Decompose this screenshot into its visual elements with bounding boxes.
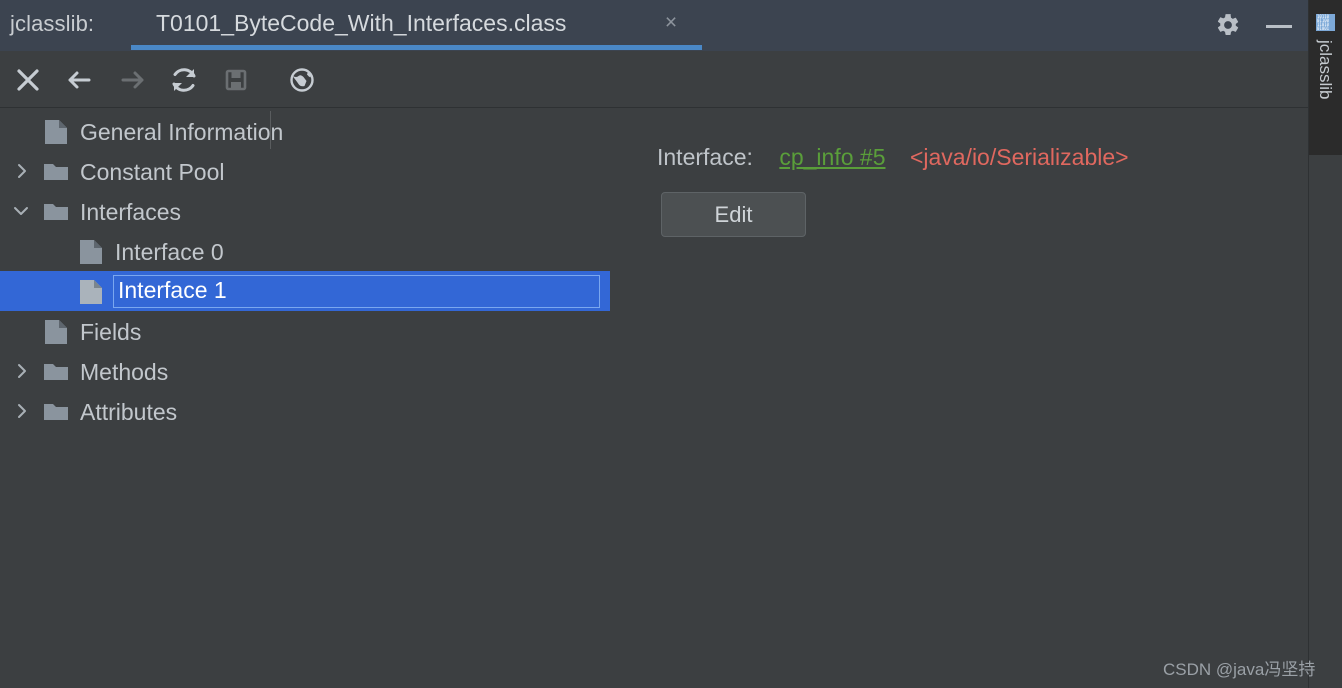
- class-file-tab[interactable]: T0101_ByteCode_With_Interfaces.class ×: [131, 0, 702, 51]
- file-icon: [45, 120, 67, 144]
- chevron-right-icon[interactable]: [12, 361, 32, 381]
- interface-class-name: <java/io/Serializable>: [909, 144, 1129, 170]
- detail-pane: Interface: cp_info #5 <java/io/Serializa…: [640, 109, 1308, 688]
- forward-icon: [112, 59, 154, 101]
- tree-node-interface-1[interactable]: Interface 1: [0, 271, 640, 311]
- file-icon: [45, 320, 67, 344]
- bytecode-icon: 10110 01100 11010 01001: [1315, 12, 1336, 33]
- right-tool-window-bar: 10110 01100 11010 01001 jclasslib: [1308, 0, 1342, 688]
- edit-button[interactable]: Edit: [661, 192, 806, 237]
- folder-icon: [44, 162, 68, 186]
- folder-icon: [44, 402, 68, 426]
- tree-node-interfaces[interactable]: Interfaces: [0, 191, 640, 231]
- tool-window-label: jclasslib: [1316, 40, 1335, 100]
- tree-node-methods[interactable]: Methods: [0, 351, 640, 391]
- watermark-text: CSDN @java冯坚持: [1163, 660, 1316, 679]
- svg-text:01001: 01001: [1317, 26, 1330, 31]
- tree-node-fields[interactable]: Fields: [0, 311, 640, 351]
- reload-icon[interactable]: [163, 59, 205, 101]
- title-bar: jclasslib: T0101_ByteCode_With_Interface…: [0, 0, 1308, 51]
- constant-pool-link[interactable]: cp_info #5: [779, 144, 885, 170]
- interface-field-label: Interface:: [657, 144, 753, 170]
- class-structure-tree[interactable]: General Information Constant Pool Interf…: [0, 109, 640, 688]
- tab-title-label: T0101_ByteCode_With_Interfaces.class: [156, 10, 567, 36]
- folder-icon: [44, 202, 68, 226]
- file-icon: [80, 280, 102, 304]
- file-icon: [80, 240, 102, 264]
- tree-node-label: Fields: [80, 319, 142, 345]
- chevron-right-icon[interactable]: [12, 401, 32, 421]
- tree-node-label: Interface 1: [113, 275, 600, 308]
- tree-node-label: Attributes: [80, 399, 178, 425]
- tree-node-label: Methods: [80, 359, 169, 385]
- interface-detail-row: Interface: cp_info #5 <java/io/Serializa…: [657, 144, 1129, 171]
- tree-node-label: Interface 0: [115, 239, 224, 265]
- tree-node-label: Constant Pool: [80, 159, 225, 185]
- tree-node-general-information[interactable]: General Information: [0, 111, 640, 151]
- tab-active-underline: [131, 45, 702, 50]
- back-icon[interactable]: [58, 59, 100, 101]
- chevron-right-icon[interactable]: [12, 161, 32, 181]
- tree-node-label: General Information: [80, 119, 284, 145]
- main-toolbar: [0, 51, 1308, 149]
- close-icon[interactable]: ×: [661, 12, 681, 33]
- app-name-label: jclasslib:: [10, 11, 95, 36]
- minimize-icon[interactable]: [1266, 12, 1294, 38]
- tree-node-interface-0[interactable]: Interface 0: [0, 231, 640, 271]
- tree-node-attributes[interactable]: Attributes: [0, 391, 640, 431]
- gear-icon[interactable]: [1215, 12, 1241, 38]
- jclasslib-window: jclasslib: T0101_ByteCode_With_Interface…: [0, 0, 1342, 688]
- save-icon: [215, 59, 257, 101]
- browse-icon[interactable]: [281, 59, 323, 101]
- chevron-down-icon[interactable]: [11, 201, 31, 221]
- close-icon[interactable]: [7, 59, 49, 101]
- tool-window-tab-jclasslib[interactable]: 10110 01100 11010 01001 jclasslib: [1309, 0, 1342, 155]
- tree-node-constant-pool[interactable]: Constant Pool: [0, 151, 640, 191]
- tree-node-label: Interfaces: [80, 199, 181, 225]
- folder-icon: [44, 362, 68, 386]
